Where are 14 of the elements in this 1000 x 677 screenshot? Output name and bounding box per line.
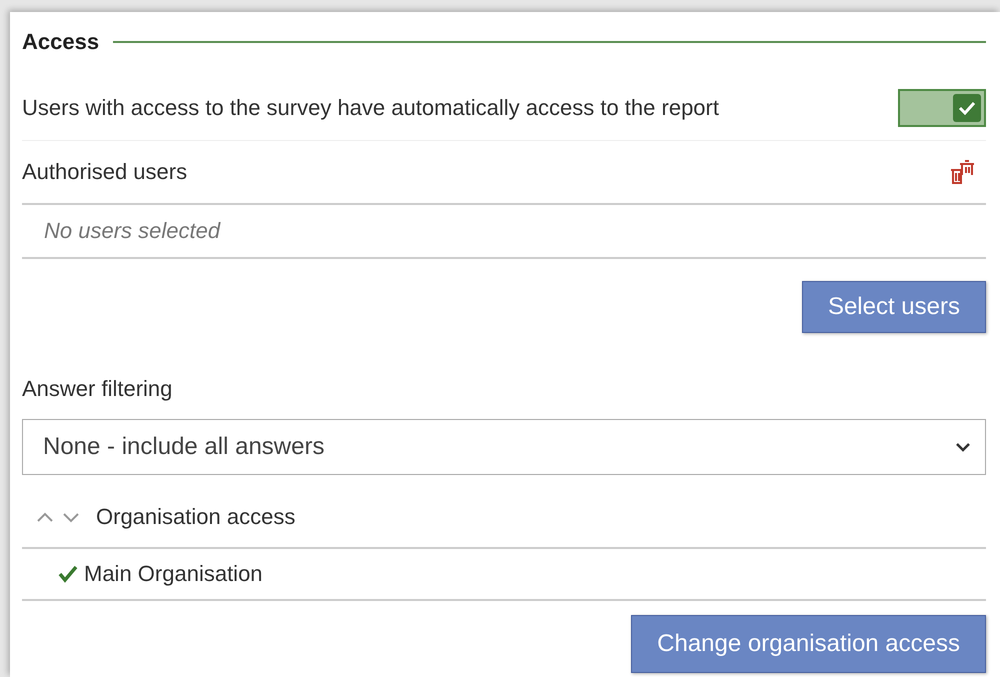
field-label: Answer filtering	[22, 376, 172, 402]
organisation-name: Main Organisation	[84, 561, 263, 587]
caret-icon	[955, 441, 971, 453]
setting-label: Users with access to the survey have automatically access to the report	[22, 95, 719, 121]
change-access-button[interactable]: Change organisation access	[631, 615, 986, 673]
group-label: Organisation access	[96, 504, 296, 530]
field-label: Authorised users	[22, 159, 188, 185]
section-title: Access	[22, 29, 100, 55]
empty-list-text: No users selected	[22, 205, 986, 259]
trash-icon[interactable]	[948, 158, 976, 186]
select-users-button[interactable]: Select users	[802, 281, 986, 333]
filter-dropdown[interactable]: None - include all answers	[22, 419, 986, 475]
toggle-switch[interactable]	[898, 89, 986, 127]
check-icon	[958, 101, 976, 115]
